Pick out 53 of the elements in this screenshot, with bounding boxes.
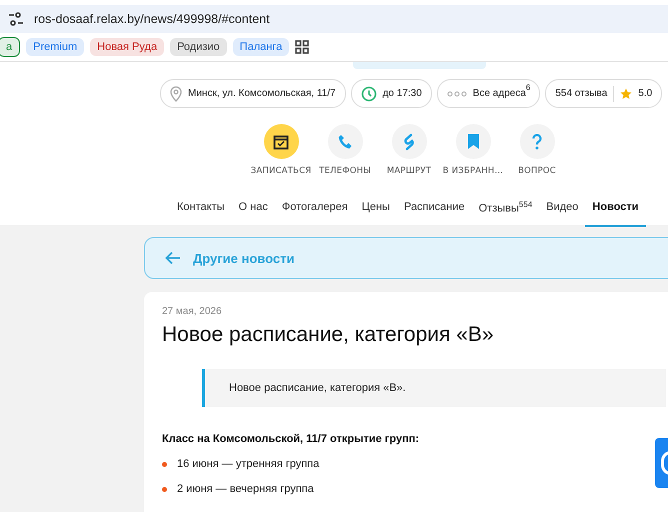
nav-tab[interactable]: О нас [232, 192, 275, 227]
bullet-icon [162, 462, 167, 466]
bookmark-chip[interactable]: Родизио [170, 38, 227, 56]
all-addresses-pill[interactable]: Все адреса$^{6}$ [436, 79, 540, 108]
chat-icon [661, 451, 668, 475]
article-title: Новое расписание, категория «В» [162, 323, 495, 347]
bullet-icon [162, 486, 167, 492]
action-label: МАРШРУТ [386, 166, 432, 176]
quote-text: Новое расписание, категория «В». [229, 382, 406, 394]
address-pill[interactable]: Минск, ул. Комсомольская, 11/7 [160, 79, 346, 108]
route-icon [402, 132, 416, 150]
reviews-text: 554 отзыва [555, 88, 608, 99]
bookmark-chip[interactable]: а [0, 37, 20, 57]
action-label: В ИЗБРАНН… [442, 166, 504, 176]
nav-tab[interactable]: Цены [354, 192, 397, 227]
phone-icon [338, 134, 352, 150]
rating-text: 5.0 [638, 88, 652, 99]
action-label: ВОПРОС [518, 166, 556, 176]
addresses-count: 6 [526, 83, 530, 92]
list-item: 16 июня — утренняя группа [177, 458, 320, 470]
address-text: Минск, ул. Комсомольская, 11/7 [188, 88, 336, 99]
back-link-text: Другие новости [193, 250, 294, 266]
nav-tab[interactable]: Контакты [170, 192, 232, 227]
bookmark-chip[interactable]: Паланга [232, 38, 290, 56]
nav-tab[interactable]: Новости [585, 192, 646, 227]
article-subheading: Класс на Комсомольской, 11/7 открытие групп: [162, 433, 420, 445]
action-label: ЗАПИСАТЬСЯ [250, 166, 312, 176]
nav-tab[interactable]: Расписание [396, 192, 472, 227]
hours-text: до 17:30 [382, 88, 422, 99]
clock-icon [360, 86, 377, 102]
back-arrow-icon [165, 251, 181, 265]
url-text: ros-dosaaf.relax.by/news/499998/#content [34, 12, 270, 26]
site-settings-icon[interactable] [8, 12, 24, 26]
action-label: ТЕЛЕФОНЫ [319, 166, 371, 176]
bookmark-chip[interactable]: Новая Руда [90, 38, 164, 56]
all-addresses-text: Все адреса [472, 88, 526, 99]
bookmark-chip[interactable]: Premium [26, 38, 84, 56]
apps-grid-icon[interactable] [295, 40, 310, 54]
bookmark-icon [468, 134, 478, 149]
article-date: 27 мая, 2026 [162, 306, 223, 317]
star-icon [620, 88, 632, 100]
nav-tab[interactable]: Фотогалерея [274, 192, 355, 227]
dots-icon [446, 90, 467, 96]
hours-pill[interactable]: до 17:30 [350, 79, 432, 108]
calendar-icon [273, 134, 289, 150]
nav-tab[interactable]: Видео [539, 192, 586, 227]
reviews-pill[interactable]: 554 отзыва 5.0 [545, 79, 662, 108]
list-item: 2 июня — вечерняя группа [177, 483, 314, 495]
address-bar[interactable]: ros-dosaaf.relax.by/news/499998/#content [0, 5, 668, 33]
nav-tab[interactable]: Отзывы$^{554}$ [472, 192, 540, 227]
action-button[interactable] [264, 124, 298, 159]
question-icon [532, 134, 542, 150]
location-pin-icon [170, 86, 182, 102]
